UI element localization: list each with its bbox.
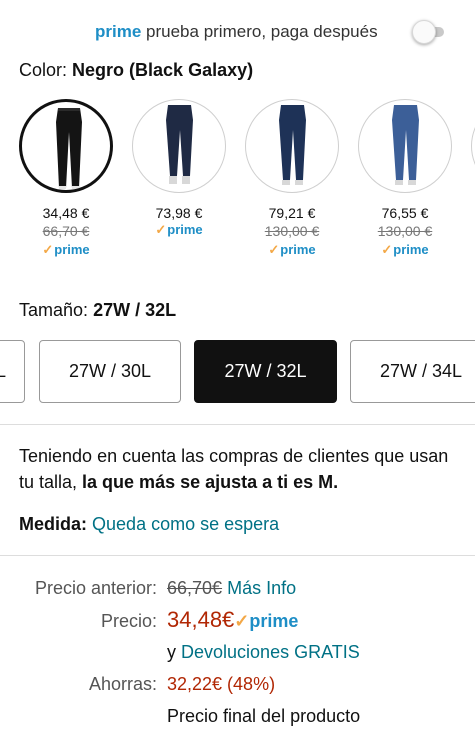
final-price-note: Precio final del producto	[167, 706, 361, 726]
prime-wordmark: prime	[95, 22, 142, 41]
jeans-indigo-image	[279, 105, 306, 185]
swatch-old-price: 130,00 €	[264, 223, 320, 239]
swatch-image	[19, 99, 113, 193]
fit-bold: la que más se ajusta a ti es M.	[82, 472, 339, 492]
swatch-old-price: 130,00 €	[377, 223, 433, 239]
swatch-image	[358, 99, 452, 193]
prime-check-icon: ✓	[268, 242, 280, 257]
prime-try-label: prueba primero, paga después	[146, 22, 378, 41]
size-value: 27W / 32L	[93, 300, 177, 320]
prime-label: prime	[280, 242, 316, 257]
medida-link[interactable]: Queda como se espera	[92, 514, 279, 534]
size-options: L 27W / 30L 27W / 32L 27W / 34L	[0, 340, 475, 404]
prime-label: prime	[249, 611, 299, 631]
swatch-price: 76,55 €	[381, 205, 429, 221]
swatch-dark-navy[interactable]: 73,98 € ✓prime	[132, 99, 226, 239]
price-row: 34,48€✓prime	[167, 607, 298, 633]
swatch-old-price: 66,70 €	[42, 223, 90, 239]
swatch-prime-badge: ✓prime	[245, 241, 339, 259]
jeans-mid-blue-image	[392, 105, 419, 185]
fit-measure: Medida: Queda como se espera	[19, 514, 279, 535]
price-label: Precio:	[100, 611, 157, 631]
prime-badge: ✓prime	[234, 611, 298, 631]
swatch-price: 79,21 €	[268, 205, 316, 221]
toggle-knob	[412, 20, 436, 44]
swatch-price: 73,98 €	[155, 205, 203, 221]
swatch-price: 34,48 €	[42, 205, 90, 221]
color-selection-label: Color: Negro (Black Galaxy)	[19, 60, 253, 81]
size-option-27w-34l[interactable]: 27W / 34L	[350, 340, 475, 403]
previous-price-value: 66,70€	[167, 578, 223, 598]
swatch-indigo[interactable]: 79,21 € 130,00 € ✓prime	[245, 99, 339, 259]
swatch-partial[interactable]	[471, 99, 475, 193]
previous-price-label: Precio anterior:	[34, 578, 157, 598]
free-returns-link[interactable]: Devoluciones GRATIS	[181, 642, 360, 662]
returns-prefix: y	[167, 642, 176, 662]
size-label: Tamaño:	[19, 300, 89, 320]
prime-try-banner: prime prueba primero, paga después	[0, 19, 475, 47]
prime-check-icon: ✓	[155, 222, 167, 237]
swatch-mid-blue[interactable]: 76,55 € 130,00 € ✓prime	[358, 99, 452, 259]
more-info-link[interactable]: Más Info	[227, 578, 296, 598]
jeans-black-image	[56, 108, 82, 189]
size-option-27w-32l[interactable]: 27W / 32L	[194, 340, 337, 403]
fit-recommendation: Teniendo en cuenta las compras de client…	[19, 443, 459, 495]
medida-label: Medida:	[19, 514, 88, 534]
color-value: Negro (Black Galaxy)	[72, 60, 254, 80]
savings-label: Ahorras:	[88, 674, 157, 694]
returns-row: y Devoluciones GRATIS	[167, 642, 360, 663]
prime-check-icon: ✓	[381, 242, 393, 257]
prime-try-text: prime prueba primero, paga después	[95, 22, 378, 42]
size-selection-label: Tamaño: 27W / 32L	[19, 300, 176, 321]
prime-label: prime	[54, 242, 90, 257]
prime-label: prime	[167, 222, 203, 237]
divider	[0, 555, 475, 556]
swatch-image	[471, 99, 475, 193]
previous-price-row: 66,70€ Más Info	[167, 578, 296, 599]
prime-check-icon: ✓	[234, 611, 250, 631]
swatch-prime-badge: ✓prime	[19, 241, 113, 259]
divider	[0, 424, 475, 425]
size-option-27w-30l[interactable]: 27W / 30L	[39, 340, 181, 403]
prime-label: prime	[393, 242, 429, 257]
savings-value: 32,22€ (48%)	[167, 674, 276, 694]
jeans-navy-image	[166, 105, 193, 184]
color-swatches: 34,48 € 66,70 € ✓prime 73,98 € ✓prime 79…	[0, 99, 475, 269]
price-value: 34,48€	[167, 607, 235, 632]
prime-check-icon: ✓	[42, 242, 54, 257]
swatch-prime-badge: ✓prime	[358, 241, 452, 259]
swatch-prime-badge: ✓prime	[132, 221, 226, 239]
size-option-partial[interactable]: L	[0, 340, 25, 403]
prime-try-toggle[interactable]	[412, 19, 444, 45]
swatch-black[interactable]: 34,48 € 66,70 € ✓prime	[19, 99, 113, 259]
swatch-image	[132, 99, 226, 193]
swatch-image	[245, 99, 339, 193]
color-label: Color:	[19, 60, 68, 80]
